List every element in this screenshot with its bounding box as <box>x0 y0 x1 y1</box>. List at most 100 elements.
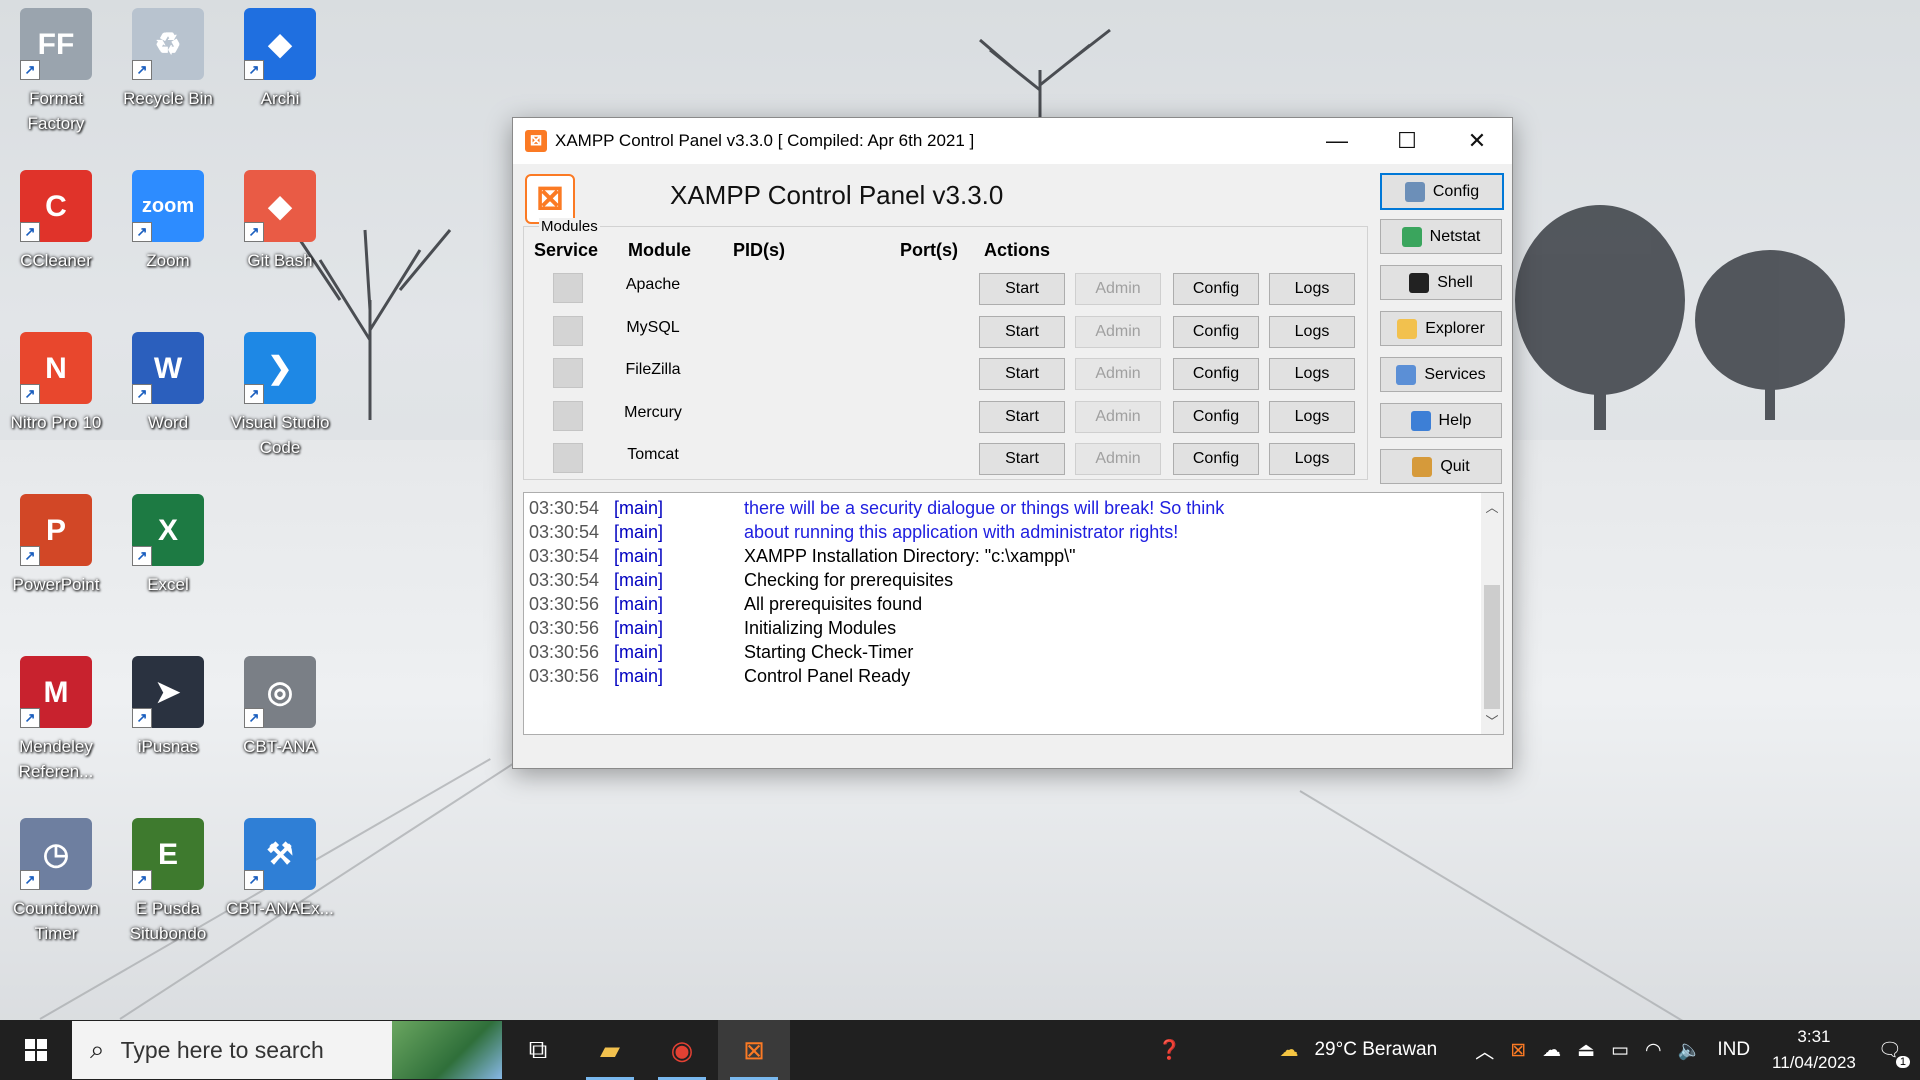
scroll-down-icon[interactable]: ﹀ <box>1481 711 1503 730</box>
start-button[interactable]: Start <box>979 315 1065 348</box>
scroll-thumb[interactable] <box>1484 585 1500 709</box>
service-checkbox[interactable] <box>553 358 583 388</box>
module-name: FileZilla <box>625 361 681 378</box>
services-button[interactable]: Services <box>1380 357 1502 392</box>
desktop-icon[interactable]: ➤ ↗ iPusnas <box>112 648 224 759</box>
log-line: 03:30:54 [main] Checking for prerequisites <box>529 568 953 592</box>
desktop-icon[interactable]: M ↗ Mendeley Referen... <box>0 648 112 784</box>
clock[interactable]: 3:31 11/04/2023 <box>1772 1024 1856 1076</box>
desktop-icon[interactable]: P ↗ PowerPoint <box>0 486 112 597</box>
column-module: Module <box>628 240 691 260</box>
desktop-icon[interactable]: E ↗ E Pusda Situbondo <box>112 810 224 946</box>
logs-button[interactable]: Logs <box>1269 273 1355 305</box>
notification-icon[interactable]: 🗨 1 <box>1878 1038 1910 1068</box>
log-source: [main] <box>614 642 664 662</box>
windows-icon <box>25 1039 47 1061</box>
taskbar: ⌕ Type here to search ⧉ ▰ ◉ ⊠ ❓ ☁ 29°C B… <box>0 1020 1920 1080</box>
logs-button[interactable]: Logs <box>1269 315 1355 348</box>
log-time: 03:30:56 <box>529 594 600 614</box>
log-scrollbar[interactable]: ︿ ﹀ <box>1481 493 1503 734</box>
desktop-icon[interactable]: ◆ ↗ Git Bash <box>224 162 336 273</box>
scroll-up-icon[interactable]: ︿ <box>1481 497 1503 516</box>
xampp-logo-icon: ⊠ <box>525 174 575 224</box>
usb-icon[interactable]: ⏏ <box>1577 1039 1595 1062</box>
wifi-icon[interactable]: ◠ <box>1645 1039 1662 1062</box>
service-checkbox[interactable] <box>553 273 583 303</box>
help-button[interactable]: Help <box>1380 403 1502 438</box>
task-view-icon[interactable]: ⧉ <box>502 1020 574 1080</box>
chrome-icon[interactable]: ◉ <box>646 1020 718 1080</box>
logs-button[interactable]: Logs <box>1269 400 1355 433</box>
desktop-icon-label: Word <box>147 413 189 432</box>
shortcut-arrow-icon: ↗ <box>20 384 40 404</box>
admin-button: Admin <box>1075 358 1161 390</box>
app-icon: N ↗ <box>20 332 92 404</box>
chevron-up-icon[interactable]: ︿ <box>1475 1037 1494 1064</box>
xampp-taskbar-icon[interactable]: ⊠ <box>718 1020 790 1080</box>
shortcut-arrow-icon: ↗ <box>20 870 40 890</box>
desktop-icon[interactable]: X ↗ Excel <box>112 486 224 597</box>
config-button[interactable]: Config <box>1173 273 1259 305</box>
shortcut-arrow-icon: ↗ <box>132 60 152 80</box>
side-button-label: Services <box>1424 365 1486 383</box>
log-message: All prerequisites found <box>744 594 923 614</box>
service-checkbox[interactable] <box>553 400 583 431</box>
config-button[interactable]: Config <box>1173 443 1259 475</box>
desktop-icon[interactable]: ◎ ↗ CBT-ANA <box>224 648 336 759</box>
admin-button: Admin <box>1075 443 1161 475</box>
explorer-button[interactable]: Explorer <box>1380 311 1502 346</box>
search-placeholder: Type here to search <box>120 1036 324 1063</box>
folder-icon <box>1397 318 1418 339</box>
config-button[interactable]: Config <box>1173 400 1259 433</box>
log-message: Starting Check-Timer <box>744 642 914 662</box>
maximize-button[interactable]: ☐ <box>1372 118 1442 164</box>
desktop-icon[interactable]: ⚒ ↗ CBT-ANAEx... <box>224 810 336 921</box>
quit-button[interactable]: Quit <box>1380 449 1502 484</box>
desktop-icon-label: E Pusda Situbondo <box>129 899 207 943</box>
app-icon: M ↗ <box>20 656 92 728</box>
start-button[interactable]: Start <box>979 443 1065 475</box>
desktop-icon[interactable]: ◷ ↗ Countdown Timer <box>0 810 112 946</box>
config-button[interactable]: Config <box>1173 315 1259 348</box>
logs-button[interactable]: Logs <box>1269 443 1355 475</box>
desktop-icon[interactable]: C ↗ CCleaner <box>0 162 112 273</box>
file-explorer-icon[interactable]: ▰ <box>574 1020 646 1080</box>
close-button[interactable]: ✕ <box>1442 118 1512 164</box>
weather-icon[interactable]: ☁ <box>1279 1039 1298 1062</box>
logs-button[interactable]: Logs <box>1269 358 1355 390</box>
volume-icon[interactable]: 🔈 <box>1678 1038 1702 1062</box>
log-panel[interactable]: 03:30:54 [main] there will be a security d… <box>523 492 1504 735</box>
onedrive-icon[interactable]: ☁ <box>1542 1039 1561 1062</box>
xampp-tray-icon[interactable]: ⊠ <box>1510 1039 1526 1062</box>
config-button[interactable]: Config <box>1380 173 1504 210</box>
desktop-icon[interactable]: W ↗ Word <box>112 324 224 435</box>
config-button[interactable]: Config <box>1173 358 1259 390</box>
app-icon: FF ↗ <box>20 8 92 80</box>
log-source: [main] <box>614 570 664 590</box>
netstat-button[interactable]: Netstat <box>1380 219 1502 254</box>
desktop-icon[interactable]: ◆ ↗ Archi <box>224 0 336 111</box>
help-app-icon[interactable]: ❓ <box>1158 1038 1182 1062</box>
desktop-icon[interactable]: ❯ ↗ Visual Studio Code <box>224 324 336 460</box>
app-icon: ♻ ↗ <box>132 8 204 80</box>
search-box[interactable]: ⌕ Type here to search <box>72 1021 502 1079</box>
desktop-icon-label: Nitro Pro 10 <box>10 413 102 432</box>
shortcut-arrow-icon: ↗ <box>132 870 152 890</box>
start-button[interactable]: Start <box>979 358 1065 390</box>
title-bar[interactable]: ⊠ XAMPP Control Panel v3.3.0 [ Compiled:… <box>513 118 1512 164</box>
start-button[interactable] <box>0 1020 72 1080</box>
language-indicator[interactable]: IND <box>1717 1039 1750 1061</box>
start-button[interactable]: Start <box>979 273 1065 305</box>
minimize-button[interactable]: — <box>1302 118 1372 164</box>
desktop-icon-label: CBT-ANAEx... <box>226 899 334 918</box>
desktop-icon[interactable]: ♻ ↗ Recycle Bin <box>112 0 224 111</box>
battery-icon[interactable]: ▭ <box>1611 1039 1629 1062</box>
shell-button[interactable]: Shell <box>1380 265 1502 300</box>
start-button[interactable]: Start <box>979 400 1065 433</box>
service-checkbox[interactable] <box>553 315 583 346</box>
desktop-icon[interactable]: FF ↗ Format Factory <box>0 0 112 136</box>
desktop-icon[interactable]: zoom ↗ Zoom <box>112 162 224 273</box>
weather-text[interactable]: 29°C Berawan <box>1314 1039 1437 1061</box>
desktop-icon[interactable]: N ↗ Nitro Pro 10 <box>0 324 112 435</box>
service-checkbox[interactable] <box>553 443 583 473</box>
